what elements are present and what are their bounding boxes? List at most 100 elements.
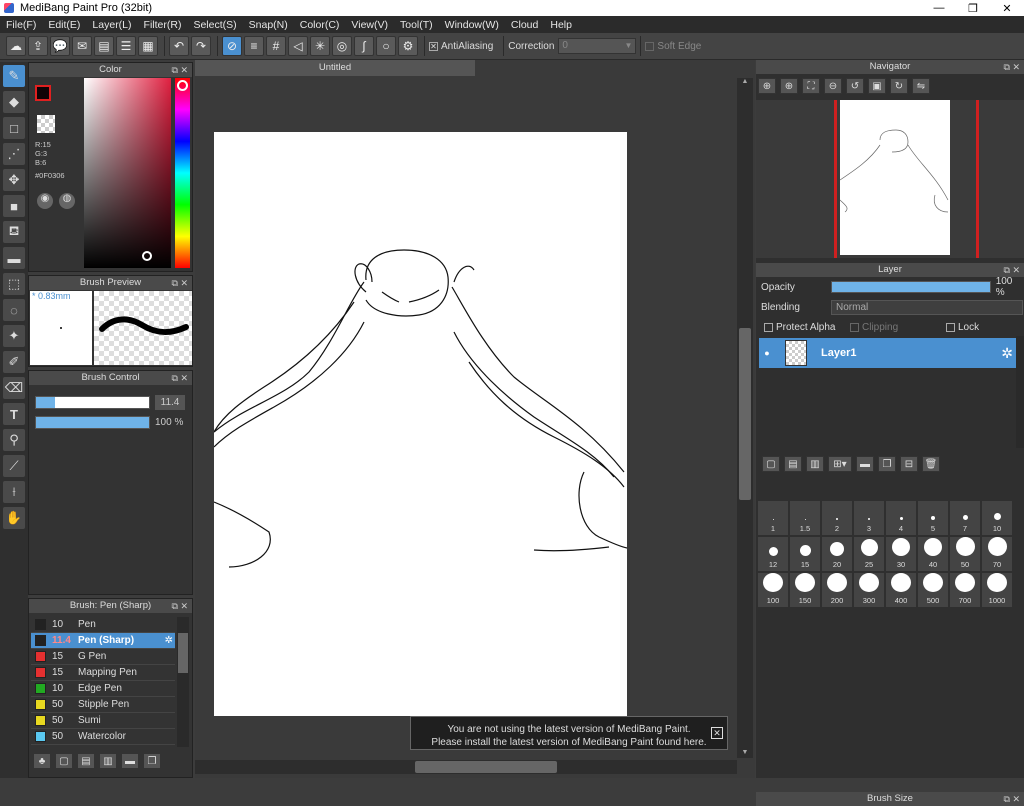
brush-item-selected[interactable]: 11.4 Pen (Sharp) ✲ xyxy=(31,633,175,649)
comment-icon[interactable]: 💬 xyxy=(50,36,70,56)
rectangle-tool-icon[interactable]: □ xyxy=(3,117,25,139)
duplicate-icon[interactable]: ❐ xyxy=(143,753,161,769)
minimize-button[interactable]: — xyxy=(922,2,956,15)
hand-tool-icon[interactable]: ✋ xyxy=(3,507,25,529)
brush-size-item[interactable]: 70 xyxy=(982,537,1012,571)
brush-size-item[interactable]: 500 xyxy=(918,573,948,607)
message-icon[interactable]: ✉ xyxy=(72,36,92,56)
magic-wand-icon[interactable]: ✦ xyxy=(3,325,25,347)
folder-icon[interactable]: ▬ xyxy=(121,753,139,769)
brush-size-item[interactable]: 300 xyxy=(854,573,884,607)
hue-slider-handle[interactable] xyxy=(177,80,188,91)
correction-dropdown[interactable]: 0 ▼ xyxy=(558,38,637,54)
grid-icon[interactable]: ▦ xyxy=(138,36,158,56)
brush-list-scrollbar[interactable] xyxy=(177,617,189,747)
snap-off-icon[interactable]: ⊘ xyxy=(222,36,242,56)
brush-menu-icon[interactable]: ▤ xyxy=(77,753,95,769)
vertical-scroll-thumb[interactable] xyxy=(739,328,751,500)
rotate-right-icon[interactable]: ↻ xyxy=(890,78,908,94)
canvas-vertical-scrollbar[interactable]: ▲ ▼ xyxy=(737,78,753,758)
menu-file[interactable]: File(F) xyxy=(6,19,36,31)
close-icon[interactable]: ✕ xyxy=(711,727,723,739)
horizontal-scroll-thumb[interactable] xyxy=(415,761,557,773)
document-icon[interactable]: ▤ xyxy=(94,36,114,56)
navigator-preview[interactable] xyxy=(756,100,1024,258)
brush-size-item[interactable]: 12 xyxy=(758,537,788,571)
brush-size-item[interactable]: 3 xyxy=(854,501,884,535)
brush-size-item[interactable]: 15 xyxy=(790,537,820,571)
menu-select[interactable]: Select(S) xyxy=(193,19,236,31)
panel-close-icon[interactable]: ⧉ ✕ xyxy=(172,276,188,290)
brush-size-item[interactable]: 2 xyxy=(822,501,852,535)
select-eraser-icon[interactable]: ⌫ xyxy=(3,377,25,399)
menu-cloud[interactable]: Cloud xyxy=(511,19,538,31)
zoom-in-icon[interactable]: ⊕ xyxy=(758,78,776,94)
settings-icon[interactable]: ⚙ xyxy=(398,36,418,56)
panel-close-icon[interactable]: ⧉ ✕ xyxy=(172,371,188,385)
panel-close-icon[interactable]: ⧉ ✕ xyxy=(172,599,188,613)
drawing-canvas[interactable] xyxy=(213,132,628,716)
panel-close-icon[interactable]: ⧉ ✕ xyxy=(1004,60,1020,74)
menu-layer[interactable]: Layer(L) xyxy=(92,19,131,31)
brush-size-item[interactable]: 5 xyxy=(918,501,948,535)
layer-list-scrollbar[interactable] xyxy=(1016,336,1024,448)
gradient-tool-icon[interactable]: ▬ xyxy=(3,247,25,269)
cloud-icon[interactable]: ☁ xyxy=(6,36,26,56)
bucket-tool-icon[interactable]: ⛾ xyxy=(3,221,25,243)
duplicate-layer-icon[interactable]: ❐ xyxy=(878,456,896,472)
menu-help[interactable]: Help xyxy=(550,19,572,31)
menu-tool[interactable]: Tool(T) xyxy=(400,19,433,31)
rotate-left-icon[interactable]: ↺ xyxy=(846,78,864,94)
brush-size-item[interactable]: 1 xyxy=(758,501,788,535)
hue-slider[interactable] xyxy=(175,78,190,268)
brush-size-item[interactable]: 7 xyxy=(950,501,980,535)
undo-icon[interactable]: ↶ xyxy=(169,36,189,56)
brush-opacity-slider[interactable] xyxy=(35,416,150,429)
menu-color[interactable]: Color(C) xyxy=(300,19,340,31)
brush-item[interactable]: 50 Sumi xyxy=(31,713,175,729)
new-layer-icon[interactable]: ▢ xyxy=(762,456,780,472)
eyedropper-icon[interactable]: ⟊ xyxy=(3,481,25,503)
brush-size-item[interactable]: 400 xyxy=(886,573,916,607)
fg-color-swatch[interactable] xyxy=(35,85,51,101)
layer-name[interactable]: Layer1 xyxy=(821,347,856,359)
crisscross-snap-icon[interactable]: # xyxy=(266,36,286,56)
palette-edit-icon[interactable]: ◍ xyxy=(59,193,75,209)
brush-size-item[interactable]: 150 xyxy=(790,573,820,607)
export-icon[interactable]: ⇪ xyxy=(28,36,48,56)
layer-folder-icon[interactable]: ▬ xyxy=(856,456,874,472)
radial-snap-icon[interactable]: ✳ xyxy=(310,36,330,56)
new-brush-icon[interactable]: ▢ xyxy=(55,753,73,769)
brush-size-item[interactable]: 200 xyxy=(822,573,852,607)
antialiasing-checkbox[interactable]: ✕ xyxy=(429,41,438,51)
add-brush-icon[interactable]: ♣ xyxy=(33,753,51,769)
select-pen-icon[interactable]: ✐ xyxy=(3,351,25,373)
curve-snap-icon[interactable]: ∫ xyxy=(354,36,374,56)
transparent-color-swatch[interactable] xyxy=(37,115,55,133)
lock-checkbox[interactable] xyxy=(946,322,955,332)
brush-item[interactable]: 50 Watercolor xyxy=(31,729,175,745)
brush-item[interactable]: 50 Stipple Pen xyxy=(31,697,175,713)
fit-icon[interactable]: ⛶ xyxy=(802,78,820,94)
scroll-down-icon[interactable]: ▼ xyxy=(737,749,753,756)
add-layer-dropdown-icon[interactable]: ⊞▾ xyxy=(828,456,852,472)
menu-view[interactable]: View(V) xyxy=(351,19,388,31)
brush-size-value[interactable]: 11.4 xyxy=(155,395,185,410)
redo-icon[interactable]: ↷ xyxy=(191,36,211,56)
canvas-horizontal-scrollbar[interactable] xyxy=(195,760,737,774)
gear-icon[interactable]: ✲ xyxy=(1001,345,1013,362)
blending-dropdown[interactable]: Normal xyxy=(831,299,1023,315)
panel-close-icon[interactable]: ⧉ ✕ xyxy=(1004,263,1020,277)
dot-tool-icon[interactable]: ⋰ xyxy=(3,143,25,165)
brush-size-item[interactable]: 1.5 xyxy=(790,501,820,535)
brush-item[interactable]: 10 Edge Pen xyxy=(31,681,175,697)
lasso-icon[interactable]: ◌ xyxy=(3,299,25,321)
menu-window[interactable]: Window(W) xyxy=(445,19,499,31)
zoom-out-icon[interactable]: ⊖ xyxy=(824,78,842,94)
palette-icon[interactable]: ◉ xyxy=(37,193,53,209)
eraser-tool-icon[interactable]: ◆ xyxy=(3,91,25,113)
restore-button[interactable]: ❐ xyxy=(956,2,990,15)
new-8bit-layer-icon[interactable]: ▥ xyxy=(806,456,824,472)
soft-edge-checkbox[interactable] xyxy=(645,41,655,51)
move-tool-icon[interactable]: ✥ xyxy=(3,169,25,191)
